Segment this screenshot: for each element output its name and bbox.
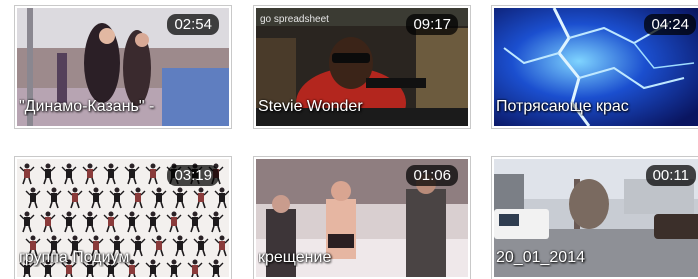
video-duration-badge: 03:19 [167, 165, 219, 186]
video-title[interactable]: "Динамо-Казань" - [19, 98, 229, 116]
video-title[interactable]: крещение [258, 249, 468, 267]
video-thumbnail[interactable]: 03:19 группа Подиум [17, 159, 229, 277]
video-card-20-01-2014[interactable]: 00:11 20_01_2014 [491, 156, 698, 279]
video-title[interactable]: Stevie Wonder [258, 98, 468, 116]
video-title[interactable]: 20_01_2014 [496, 249, 698, 267]
video-card-dinamo-kazan[interactable]: 02:54 "Динамо-Казань" - [14, 5, 232, 129]
video-duration-badge: 02:54 [167, 14, 219, 35]
video-card-gruppa-podium[interactable]: 03:19 группа Подиум [14, 156, 232, 279]
video-overlay-caption: go spreadsheet [260, 14, 329, 25]
video-thumbnail[interactable]: 00:11 20_01_2014 [494, 159, 698, 277]
video-thumbnail[interactable]: 02:54 "Динамо-Казань" - [17, 8, 229, 126]
video-card-kreshchenie[interactable]: 01:06 крещение [253, 156, 471, 279]
video-thumbnail[interactable]: 01:06 крещение [256, 159, 468, 277]
video-title[interactable]: Потрясающе крас [496, 98, 698, 116]
video-thumbnail[interactable]: go spreadsheet 09:17 Stevie Wonder [256, 8, 468, 126]
video-card-stevie-wonder[interactable]: go spreadsheet 09:17 Stevie Wonder [253, 5, 471, 129]
video-grid: 02:54 "Динамо-Казань" - go spreadsheet 0… [0, 0, 698, 279]
video-duration-badge: 09:17 [406, 14, 458, 35]
video-duration-badge: 00:11 [645, 165, 696, 186]
video-duration-badge: 01:06 [406, 165, 458, 186]
video-thumbnail[interactable]: 04:24 Потрясающе крас [494, 8, 698, 126]
video-duration-badge: 04:24 [644, 14, 696, 35]
video-card-lightning[interactable]: 04:24 Потрясающе крас [491, 5, 698, 129]
video-title[interactable]: группа Подиум [19, 249, 229, 267]
